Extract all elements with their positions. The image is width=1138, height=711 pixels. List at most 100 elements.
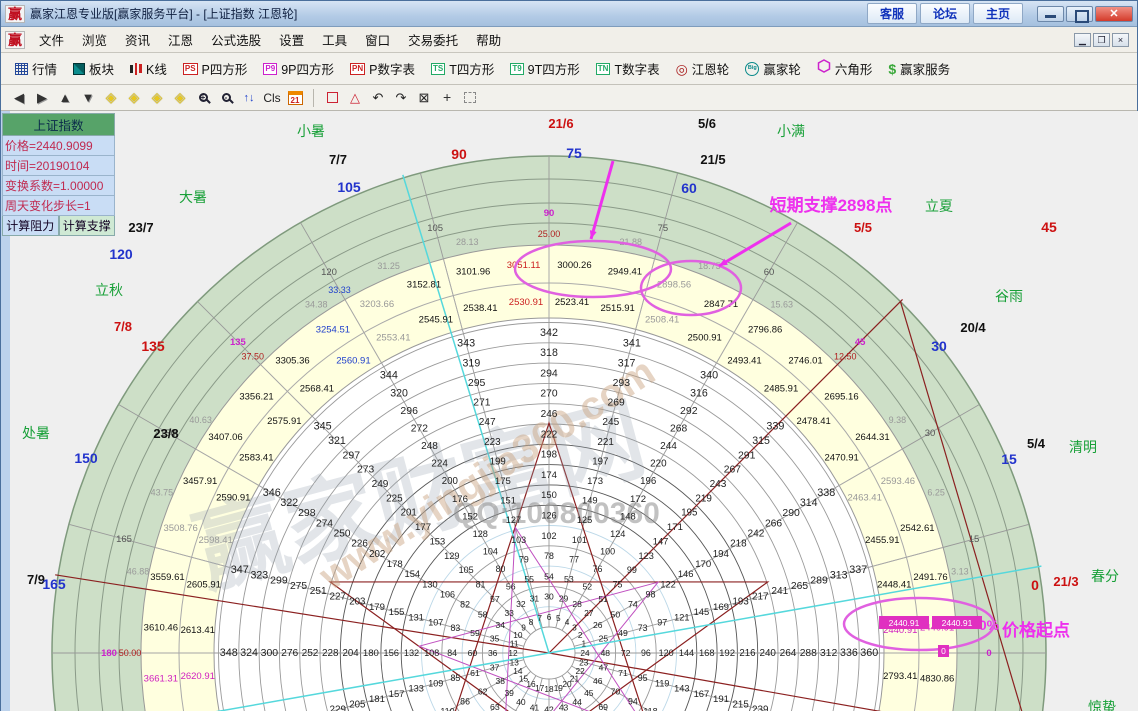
svg-text:223: 223 [484,437,501,448]
toolbar2-down-arrow[interactable]: ▼ [78,88,98,108]
toolbar2-diamond-right[interactable]: ◈ [124,88,144,108]
svg-text:128: 128 [473,529,488,539]
toolbar-button-江恩轮[interactable]: ◎江恩轮 [668,57,738,81]
svg-text:150: 150 [541,489,557,500]
menu-item-5[interactable]: 设置 [270,27,313,52]
toolbar-label: 赢家服务 [900,59,950,78]
svg-text:314: 314 [800,497,818,509]
toolbar-button-P数字表[interactable]: PNP数字表 [342,57,423,81]
menu-item-1[interactable]: 浏览 [73,27,116,52]
svg-text:191: 191 [713,694,729,705]
maximize-button[interactable] [1066,6,1093,22]
toolbar2-diamond-left[interactable]: ◈ [101,88,121,108]
toolbar2-zoom-out[interactable]: - [216,88,236,108]
svg-text:2695.16: 2695.16 [824,392,858,403]
menu-item-4[interactable]: 公式选股 [202,27,270,52]
svg-text:345: 345 [314,421,332,433]
svg-text:168: 168 [699,647,715,658]
svg-text:春分: 春分 [1091,568,1119,584]
center-tool-icon [441,92,453,104]
svg-text:21/6: 21/6 [548,116,573,131]
toolbar2-rotate-ccw[interactable]: ↶ [368,88,388,108]
menu-item-3[interactable]: 江恩 [159,27,202,52]
toolbar2-up-arrow[interactable]: ▲ [55,88,75,108]
toolbar2-calendar[interactable]: 21 [285,88,305,108]
toolbar-button-赢家轮[interactable]: Big赢家轮 [737,57,809,81]
svg-text:171: 171 [667,522,683,533]
toolbar2-diamond-down[interactable]: ◈ [170,88,190,108]
svg-text:50: 50 [611,610,621,620]
info-panel: 上证指数 价格=2440.9099时间=20190104变换系数=1.00000… [2,113,115,236]
menu-item-7[interactable]: 窗口 [356,27,399,52]
svg-text:28: 28 [572,599,582,609]
panel-button-0[interactable]: 计算阻力 [2,216,59,236]
svg-text:61: 61 [470,668,480,678]
toolbar2-updown-scale[interactable]: ↑↓ [239,88,259,108]
menu-item-2[interactable]: 资讯 [116,27,159,52]
toolbar-button-T数字表[interactable]: TNT数字表 [588,57,668,81]
mdi-close-button[interactable]: × [1112,33,1129,47]
minimize-button[interactable] [1037,6,1064,22]
toolbar2-boxed-x-tool[interactable]: ⊠ [414,88,434,108]
svg-text:0: 0 [986,648,991,659]
titlebar-button-2[interactable]: 主页 [973,3,1023,24]
svg-text:40.63: 40.63 [189,415,212,425]
toolbar-button-9T四方形[interactable]: T99T四方形 [502,57,587,81]
toolbar2-forward-arrow[interactable]: ▶ [32,88,52,108]
toolbar2-back-arrow[interactable]: ◀ [9,88,29,108]
zoom-in-icon: + [199,93,208,102]
panel-button-1[interactable]: 计算支撑 [59,216,116,236]
titlebar-button-1[interactable]: 论坛 [920,3,970,24]
svg-text:3101.96: 3101.96 [456,266,490,277]
svg-text:252: 252 [302,648,319,659]
svg-text:152: 152 [462,510,478,521]
svg-text:25: 25 [599,633,609,643]
panel-title: 上证指数 [2,113,115,136]
toolbar2-cls-button[interactable]: Cls [262,88,282,108]
titlebar-button-0[interactable]: 客服 [867,3,917,24]
toolbar2-square-tool[interactable] [322,88,342,108]
toolbar-button-板块[interactable]: 板块 [65,57,122,81]
svg-text:205: 205 [349,699,365,710]
svg-text:7/8: 7/8 [114,319,132,334]
toolbar2-triangle-tool[interactable]: △ [345,88,365,108]
toolbar2-center-tool[interactable] [437,88,457,108]
svg-text:360: 360 [860,647,878,659]
svg-text:341: 341 [623,338,641,350]
menu-item-8[interactable]: 交易委托 [399,27,467,52]
toolbar-button-六角形[interactable]: 六角形 [809,57,881,81]
menu-item-0[interactable]: 文件 [30,27,73,52]
svg-text:2575.91: 2575.91 [267,416,301,427]
toolbar2-diamond-up[interactable]: ◈ [147,88,167,108]
toolbar-button-T四方形[interactable]: TST四方形 [423,57,502,81]
toolbar-button-K线[interactable]: K线 [122,57,175,81]
svg-text:199: 199 [490,456,506,467]
mdi-minimize-button[interactable]: ▁ [1074,33,1091,47]
menu-item-9[interactable]: 帮助 [467,27,510,52]
svg-text:155: 155 [389,606,405,617]
toolbar2-zoom-in[interactable]: + [193,88,213,108]
svg-text:3152.81: 3152.81 [407,280,441,291]
svg-text:2746.01: 2746.01 [788,356,822,367]
zoom-out-icon: - [222,93,231,102]
toolbar-button-9P四方形[interactable]: P99P四方形 [255,57,342,81]
toolbar-button-P四方形[interactable]: PSP四方形 [175,57,256,81]
svg-text:274: 274 [316,518,333,529]
close-button[interactable]: ✕ [1095,6,1133,22]
svg-text:347: 347 [231,564,249,576]
svg-text:32: 32 [516,599,526,609]
panel-row-1: 时间=20190104 [2,156,115,176]
gann-wheel-chart[interactable]: 赢家财富网www.yingjia360.comQQ:10080036012345… [1,111,1138,711]
menu-item-6[interactable]: 工具 [313,27,356,52]
mdi-restore-button[interactable]: ❐ [1093,33,1110,47]
toolbar-button-行情[interactable]: 行情 [7,57,65,81]
svg-text:324: 324 [240,647,258,659]
svg-text:125: 125 [577,515,592,525]
toolbar2-rotate-cw[interactable]: ↷ [391,88,411,108]
toolbar2-dashed-box-tool[interactable] [460,88,480,108]
svg-text:348: 348 [220,647,238,659]
svg-text:2500.91: 2500.91 [688,332,722,343]
svg-text:3457.91: 3457.91 [183,476,217,487]
toolbar-button-赢家服务[interactable]: $赢家服务 [880,57,958,81]
svg-text:38: 38 [496,676,506,686]
